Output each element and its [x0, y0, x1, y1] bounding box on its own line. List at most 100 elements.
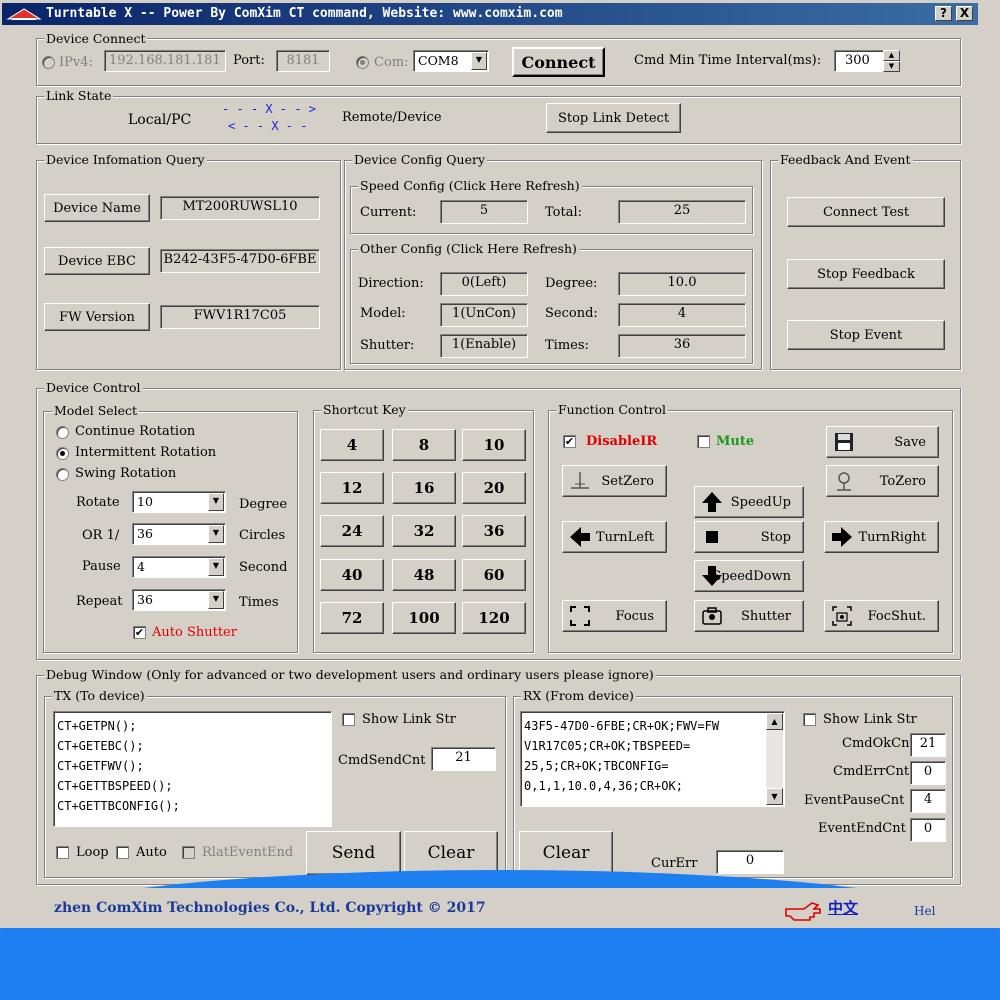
connect-test-button[interactable]: Connect Test	[787, 197, 945, 227]
set-zero-button[interactable]: SetZero	[562, 465, 667, 497]
shortcut-key-120[interactable]: 120	[462, 602, 526, 634]
shortcut-key-100[interactable]: 100	[392, 602, 456, 634]
continue-rotation-radio[interactable]	[56, 426, 69, 439]
shortcut-key-8[interactable]: 8	[392, 429, 456, 461]
com-radio[interactable]	[356, 56, 369, 69]
loop-checkbox[interactable]	[56, 846, 69, 859]
rotate-value: 10	[137, 494, 153, 509]
stop-link-detect-button[interactable]: Stop Link Detect	[546, 103, 681, 133]
rx-scrollbar[interactable]: ▲ ▼	[766, 713, 783, 805]
cmd-interval-spinner[interactable]: ▲ ▼	[883, 50, 902, 72]
model-label: Model:	[360, 306, 406, 321]
turn-left-button[interactable]: TurnLeft	[562, 521, 667, 553]
circles-select[interactable]: 36 ▼	[132, 523, 226, 545]
tx-show-link-checkbox[interactable]	[342, 713, 355, 726]
device-name-button[interactable]: Device Name	[44, 194, 150, 222]
shortcut-key-36[interactable]: 36	[462, 515, 526, 547]
shortcut-key-24[interactable]: 24	[320, 515, 384, 547]
turn-right-button[interactable]: TurnRight	[824, 521, 939, 553]
circles-unit: Circles	[239, 528, 286, 543]
auto-label[interactable]: Auto	[136, 845, 167, 861]
stop-feedback-button[interactable]: Stop Feedback	[787, 259, 945, 289]
turn-left-label: TurnLeft	[596, 529, 654, 545]
mute-label[interactable]: Mute	[716, 434, 754, 450]
cmd-err-cnt-value: 0	[910, 761, 946, 785]
title-bar[interactable]: Turntable X -- Power By ComXim CT comman…	[2, 3, 978, 25]
disable-ir-label[interactable]: DisableIR	[586, 434, 657, 450]
focshut-button[interactable]: FocShut.	[824, 600, 939, 632]
swing-rotation-label[interactable]: Swing Rotation	[75, 466, 176, 482]
shortcut-key-40[interactable]: 40	[320, 559, 384, 591]
rx-textarea[interactable]: 43F5-47D0-6FBE;CR+OK;FWV=FW V1R17C05;CR+…	[520, 711, 785, 807]
shortcut-key-label: Shortcut Key	[321, 402, 408, 417]
cmd-send-cnt-value: 21	[431, 747, 496, 771]
chevron-down-icon[interactable]: ▼	[208, 493, 224, 511]
shortcut-key-32[interactable]: 32	[392, 515, 456, 547]
scroll-up-icon[interactable]: ▲	[766, 713, 783, 730]
shortcut-key-4[interactable]: 4	[320, 429, 384, 461]
other-config-label[interactable]: Other Config (Click Here Refresh)	[358, 242, 579, 256]
speed-down-label: SpeedDown	[712, 568, 791, 584]
loop-label[interactable]: Loop	[76, 845, 109, 861]
clear-rx-button[interactable]: Clear	[519, 831, 613, 875]
help-button[interactable]: ?	[935, 6, 952, 21]
shutter-button[interactable]: Shutter	[694, 600, 804, 632]
clear-tx-button[interactable]: Clear	[404, 831, 498, 875]
rx-show-link-label[interactable]: Show Link Str	[823, 712, 917, 728]
cmd-interval-input[interactable]: 300	[834, 50, 884, 72]
tx-show-link-label[interactable]: Show Link Str	[362, 712, 456, 728]
intermittent-rotation-label[interactable]: Intermittent Rotation	[75, 445, 216, 461]
shortcut-key-20[interactable]: 20	[462, 472, 526, 504]
scroll-down-icon[interactable]: ▼	[766, 788, 783, 805]
connect-button[interactable]: Connect	[512, 47, 605, 77]
shortcut-key-60[interactable]: 60	[462, 559, 526, 591]
auto-shutter-checkbox[interactable]: ✔	[133, 626, 146, 639]
language-link[interactable]: 中文	[828, 900, 858, 916]
com-select[interactable]: COM8 ▼	[413, 50, 489, 72]
cmd-send-cnt-label: CmdSendCnt	[338, 753, 426, 768]
pause-select[interactable]: 4 ▼	[132, 556, 226, 578]
shortcut-key-16[interactable]: 16	[392, 472, 456, 504]
window-title: Turntable X -- Power By ComXim CT comman…	[46, 6, 563, 21]
continue-rotation-label[interactable]: Continue Rotation	[75, 424, 195, 440]
port-input[interactable]: 8181	[276, 50, 330, 72]
swing-rotation-radio[interactable]	[56, 468, 69, 481]
mute-checkbox[interactable]	[697, 435, 710, 448]
rlat-event-end-checkbox[interactable]	[182, 846, 195, 859]
chevron-down-icon[interactable]: ▼	[208, 525, 224, 543]
shortcut-key-72[interactable]: 72	[320, 602, 384, 634]
help-link[interactable]: Hel	[914, 903, 935, 919]
disable-ir-checkbox[interactable]: ✔	[563, 435, 576, 448]
shortcut-key-48[interactable]: 48	[392, 559, 456, 591]
repeat-select[interactable]: 36 ▼	[132, 589, 226, 611]
stop-event-button[interactable]: Stop Event	[787, 320, 945, 350]
chevron-down-icon[interactable]: ▼	[208, 591, 224, 609]
fw-version-button[interactable]: FW Version	[44, 303, 150, 331]
stop-button[interactable]: Stop	[694, 521, 804, 553]
shortcut-key-12[interactable]: 12	[320, 472, 384, 504]
focus-button[interactable]: Focus	[562, 600, 667, 632]
close-button[interactable]: X	[956, 6, 973, 21]
speed-config-label[interactable]: Speed Config (Click Here Refresh)	[358, 179, 582, 193]
speed-down-button[interactable]: SpeedDown	[694, 560, 804, 592]
tx-textarea[interactable]: CT+GETPN(); CT+GETEBC(); CT+GETFWV(); CT…	[53, 711, 332, 827]
spin-up-icon[interactable]: ▲	[883, 50, 900, 61]
spin-down-icon[interactable]: ▼	[883, 61, 900, 72]
shutter-label: Shutter	[740, 608, 791, 624]
send-button[interactable]: Send	[306, 831, 401, 875]
device-name-value: MT200RUWSL10	[160, 196, 320, 220]
speed-up-button[interactable]: SpeedUp	[694, 486, 804, 518]
ip-input[interactable]: 192.168.181.181	[104, 50, 226, 72]
rx-show-link-checkbox[interactable]	[803, 713, 816, 726]
rotate-select[interactable]: 10 ▼	[132, 491, 226, 513]
auto-shutter-label[interactable]: Auto Shutter	[152, 625, 237, 641]
save-button[interactable]: Save	[826, 426, 939, 458]
chevron-down-icon[interactable]: ▼	[208, 558, 224, 576]
chevron-down-icon[interactable]: ▼	[471, 52, 487, 70]
ipv4-radio[interactable]	[42, 56, 55, 69]
intermittent-rotation-radio[interactable]	[56, 447, 69, 460]
auto-checkbox[interactable]	[116, 846, 129, 859]
to-zero-button[interactable]: ToZero	[826, 465, 939, 497]
device-ebc-button[interactable]: Device EBC	[44, 247, 150, 275]
shortcut-key-10[interactable]: 10	[462, 429, 526, 461]
